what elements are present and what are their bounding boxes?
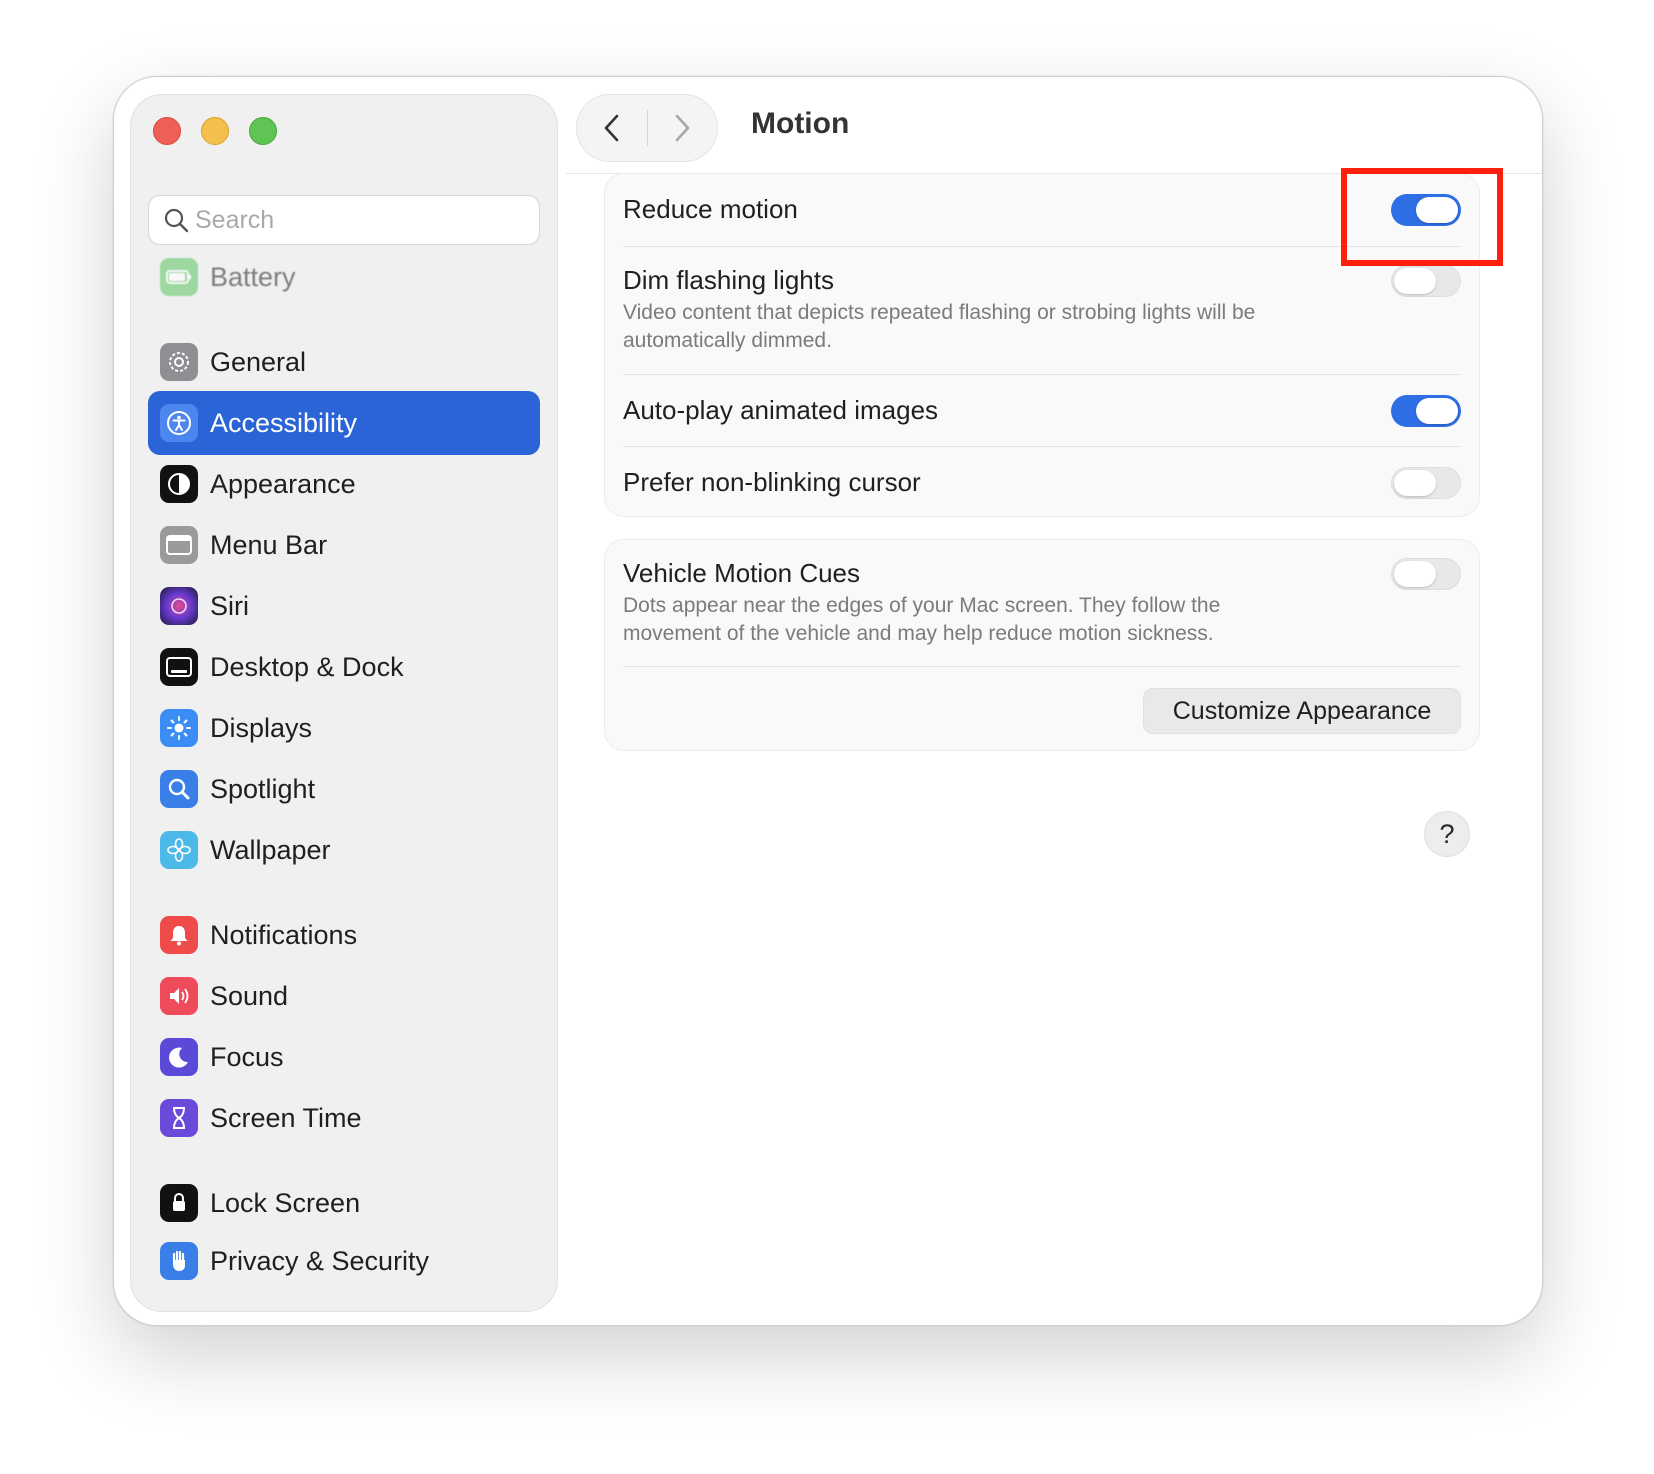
- minimize-window-button[interactable]: [201, 117, 229, 145]
- sidebar-item-general[interactable]: General: [148, 330, 540, 394]
- row-divider: [623, 666, 1461, 667]
- notifications-icon: [160, 916, 198, 954]
- sidebar-item-focus[interactable]: Focus: [148, 1025, 540, 1089]
- highlight-box: [1341, 168, 1503, 266]
- dim-flashing-toggle[interactable]: [1391, 265, 1461, 297]
- chevron-left-icon: [604, 114, 619, 142]
- sidebar-item-notifications[interactable]: Notifications: [148, 903, 540, 967]
- sidebar-item-label: Notifications: [210, 919, 358, 950]
- sidebar-item-lock-screen[interactable]: Lock Screen: [148, 1171, 540, 1235]
- displays-icon: [160, 709, 198, 747]
- sidebar-item-label: Screen Time: [210, 1102, 362, 1133]
- sidebar-item-siri[interactable]: Siri: [148, 574, 540, 638]
- traffic-lights: [153, 117, 277, 145]
- help-button[interactable]: ?: [1424, 811, 1470, 857]
- battery-icon: [160, 258, 198, 296]
- search-input[interactable]: [195, 205, 525, 235]
- sidebar-item-label: Desktop & Dock: [210, 651, 404, 682]
- vehicle-motion-label: Vehicle Motion Cues: [623, 558, 861, 588]
- customize-appearance-button[interactable]: Customize Appearance: [1143, 688, 1461, 734]
- appearance-icon: [160, 465, 198, 503]
- sidebar-item-label: Appearance: [210, 468, 356, 499]
- vehicle-motion-row: Vehicle Motion Cues Dots appear near the…: [623, 540, 1461, 666]
- spotlight-icon: [160, 770, 198, 808]
- sidebar-item-screen-time[interactable]: Screen Time: [148, 1086, 540, 1150]
- menu-bar-icon: [160, 526, 198, 564]
- sidebar-item-label: Displays: [210, 712, 313, 743]
- navigation-buttons: [576, 94, 718, 162]
- lock-icon: [160, 1184, 198, 1222]
- sidebar-item-label: Sound: [210, 980, 289, 1011]
- sidebar-item-privacy-security[interactable]: Privacy & Security: [148, 1229, 540, 1293]
- search-field[interactable]: [148, 195, 540, 245]
- sidebar: Battery General Accessibility Appearance: [130, 94, 558, 1312]
- sidebar-item-label: Siri: [210, 590, 249, 621]
- sidebar-item-wallpaper[interactable]: Wallpaper: [148, 818, 540, 882]
- wallpaper-icon: [160, 831, 198, 869]
- reduce-motion-label: Reduce motion: [623, 194, 798, 224]
- vehicle-motion-description-line1: Dots appear near the edges of your Mac s…: [623, 594, 1221, 617]
- sidebar-item-label: Accessibility: [210, 407, 358, 438]
- page-title: Motion: [751, 107, 850, 140]
- nonblinking-cursor-label: Prefer non-blinking cursor: [623, 467, 921, 497]
- dim-flashing-description-line1: Video content that depicts repeated flas…: [623, 301, 1256, 324]
- sidebar-item-label: Battery: [210, 261, 296, 292]
- help-icon: ?: [1439, 818, 1455, 849]
- close-window-button[interactable]: [153, 117, 181, 145]
- settings-window: Battery General Accessibility Appearance: [113, 76, 1543, 1326]
- sidebar-item-appearance[interactable]: Appearance: [148, 452, 540, 516]
- screen-time-icon: [160, 1099, 198, 1137]
- vehicle-motion-toggle[interactable]: [1391, 558, 1461, 590]
- back-button[interactable]: [577, 94, 647, 162]
- sidebar-item-label: Privacy & Security: [210, 1245, 430, 1276]
- reduce-motion-row: Reduce motion: [623, 174, 1461, 246]
- vehicle-motion-group: Vehicle Motion Cues Dots appear near the…: [604, 539, 1480, 751]
- focus-icon: [160, 1038, 198, 1076]
- chevron-right-icon: [675, 114, 690, 142]
- sidebar-item-label: Menu Bar: [210, 529, 328, 560]
- sidebar-item-label: Wallpaper: [210, 834, 331, 865]
- accessibility-icon: [160, 404, 198, 442]
- zoom-window-button[interactable]: [249, 117, 277, 145]
- sidebar-item-label: Focus: [210, 1041, 284, 1072]
- vehicle-motion-description-line2: movement of the vehicle and may help red…: [623, 622, 1214, 645]
- gear-icon: [160, 343, 198, 381]
- dim-flashing-label: Dim flashing lights: [623, 265, 834, 295]
- autoplay-toggle[interactable]: [1391, 395, 1461, 427]
- siri-icon: [160, 587, 198, 625]
- dim-flashing-description-line2: automatically dimmed.: [623, 329, 832, 352]
- sidebar-item-label: General: [210, 346, 307, 377]
- sidebar-item-displays[interactable]: Displays: [148, 696, 540, 760]
- sidebar-item-desktop-dock[interactable]: Desktop & Dock: [148, 635, 540, 699]
- sidebar-item-accessibility[interactable]: Accessibility: [148, 391, 540, 455]
- sidebar-item-menu-bar[interactable]: Menu Bar: [148, 513, 540, 577]
- autoplay-label: Auto-play animated images: [623, 395, 939, 425]
- desktop-dock-icon: [160, 648, 198, 686]
- sidebar-item-label: Spotlight: [210, 773, 316, 804]
- sound-icon: [160, 977, 198, 1015]
- forward-button[interactable]: [648, 94, 718, 162]
- privacy-hand-icon: [160, 1242, 198, 1280]
- search-icon: [164, 208, 189, 233]
- nonblinking-cursor-toggle[interactable]: [1391, 467, 1461, 499]
- autoplay-row: Auto-play animated images: [623, 375, 1461, 446]
- sidebar-item-sound[interactable]: Sound: [148, 964, 540, 1028]
- sidebar-item-battery[interactable]: Battery: [148, 245, 540, 309]
- dim-flashing-row: Dim flashing lights Video content that d…: [623, 247, 1461, 375]
- sidebar-item-label: Lock Screen: [210, 1187, 361, 1218]
- sidebar-item-spotlight[interactable]: Spotlight: [148, 757, 540, 821]
- nonblinking-cursor-row: Prefer non-blinking cursor: [623, 447, 1461, 517]
